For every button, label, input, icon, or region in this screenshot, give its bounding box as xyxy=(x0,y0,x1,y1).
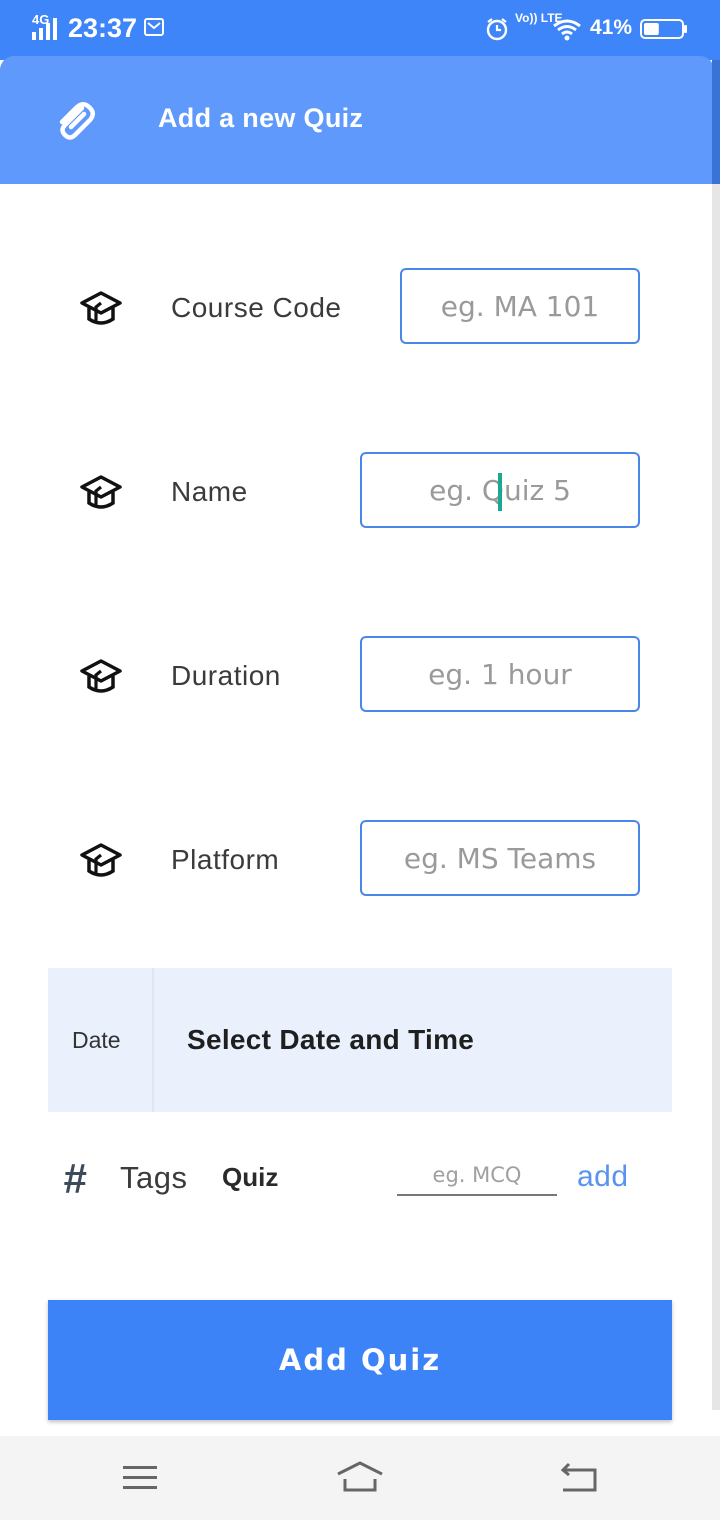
select-date-time-button[interactable]: Select Date and Time xyxy=(187,1024,474,1056)
battery-icon xyxy=(640,19,687,39)
menu-icon[interactable] xyxy=(122,1464,158,1492)
add-quiz-button[interactable]: Add Quiz xyxy=(48,1300,672,1420)
status-bar: 4G 23:37 Vo)) LTE 41% xyxy=(0,0,720,60)
hash-icon: # xyxy=(63,1155,87,1202)
tags-label: Tags xyxy=(120,1160,188,1195)
duration-input[interactable] xyxy=(360,636,640,712)
date-divider xyxy=(152,968,154,1112)
add-tag-button[interactable]: add xyxy=(577,1160,629,1194)
text-cursor xyxy=(498,473,502,511)
scrollbar-thumb[interactable] xyxy=(712,60,720,184)
graduation-cap-icon xyxy=(80,475,122,509)
duration-label: Duration xyxy=(171,660,281,691)
alarm-icon xyxy=(486,18,508,41)
wifi-icon xyxy=(553,19,581,41)
clock: 23:37 xyxy=(68,13,138,43)
paperclip-icon xyxy=(59,102,95,140)
back-icon[interactable] xyxy=(560,1462,598,1492)
tag-chip[interactable]: Quiz xyxy=(222,1162,278,1193)
page-title: Add a new Quiz xyxy=(158,103,364,133)
date-label: Date xyxy=(72,1027,121,1053)
signal-icon xyxy=(32,18,57,40)
graduation-cap-icon xyxy=(80,843,122,877)
message-notification-icon xyxy=(144,18,164,36)
course-code-label: Course Code xyxy=(171,292,342,323)
home-icon[interactable] xyxy=(335,1460,385,1494)
platform-label: Platform xyxy=(171,844,280,875)
platform-input[interactable] xyxy=(360,820,640,896)
graduation-cap-icon xyxy=(80,659,122,693)
name-label: Name xyxy=(171,476,248,507)
scrollbar-track[interactable] xyxy=(712,184,720,1410)
graduation-cap-icon xyxy=(80,291,122,325)
tag-input[interactable] xyxy=(397,1156,557,1196)
course-code-input[interactable] xyxy=(400,268,640,344)
battery-percent: 41% xyxy=(590,16,633,39)
